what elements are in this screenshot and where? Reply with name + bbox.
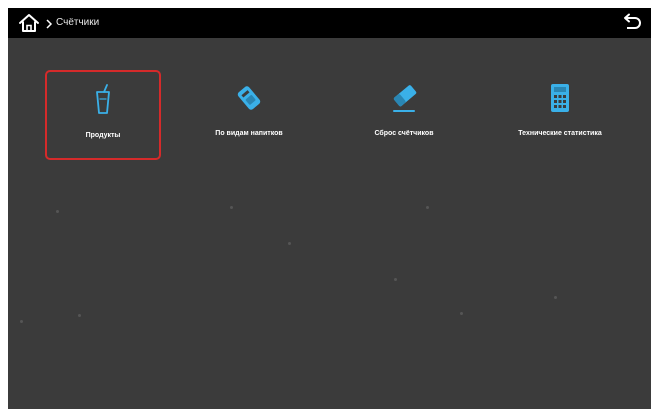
tile-products[interactable]: Продукты [45,70,161,160]
drink-tag-icon [234,82,264,114]
background-speck [426,206,429,209]
tile-reset-counters-label: Сброс счётчиков [374,130,434,137]
background-speck [288,242,291,245]
background-speck [460,312,463,315]
cup-icon [88,84,118,116]
back-arrow-icon [624,13,641,29]
top-bar: Счётчики [8,8,651,38]
eraser-icon [389,82,419,114]
chevron-right-icon [45,17,53,29]
tile-drink-types-label: По видам напитков [215,130,283,137]
tile-tech-stats-label: Технические статистика [518,130,602,137]
tile-tech-stats[interactable]: Технические статистика [490,70,630,160]
home-icon [19,14,39,32]
home-button[interactable] [18,13,40,33]
tile-drink-types[interactable]: По видам напитков [191,70,307,160]
tile-products-label: Продукты [85,132,121,139]
back-button[interactable] [620,13,642,33]
background-speck [394,278,397,281]
calculator-icon [545,82,575,114]
background-speck [554,296,557,299]
background-speck [230,206,233,209]
breadcrumb: Счётчики [56,17,100,28]
background-speck [20,320,23,323]
tile-reset-counters[interactable]: Сброс счётчиков [346,70,462,160]
screen: Счётчики Продукты По видам напитков Сбро… [8,8,651,409]
background-speck [56,210,59,213]
background-speck [78,314,81,317]
